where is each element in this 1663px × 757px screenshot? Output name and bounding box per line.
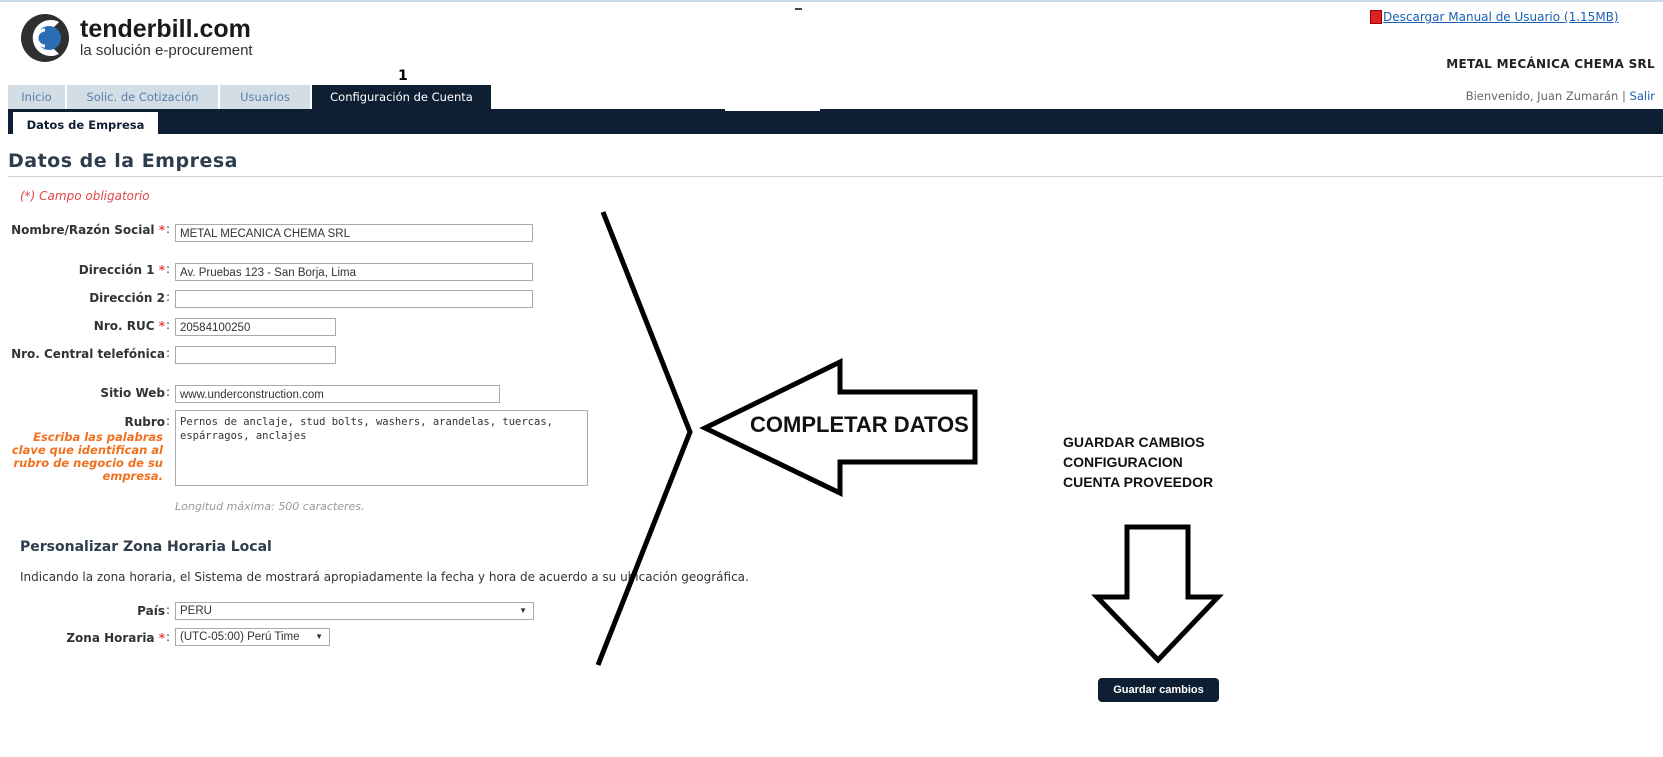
colon: : <box>166 603 171 617</box>
subtab-datos-empresa[interactable]: Datos de Empresa <box>13 112 158 136</box>
required-star: * <box>158 223 165 237</box>
top-border <box>0 0 1663 2</box>
pais-select[interactable]: PERU ▼ <box>175 602 534 620</box>
web-field[interactable]: www.underconstruction.com <box>175 385 500 403</box>
welcome-text: Bienvenido, Juan Zumarán <box>1465 89 1619 103</box>
ruc-label: Nro. RUC * <box>5 318 165 334</box>
direccion1-field[interactable]: Av. Pruebas 123 - San Borja, Lima <box>175 263 533 281</box>
required-star: * <box>158 263 165 277</box>
sub-navigation-bar <box>8 109 1663 134</box>
rubro-textarea[interactable]: Pernos de anclaje, stud bolts, washers, … <box>175 410 588 486</box>
colon: : <box>166 385 171 399</box>
separator: | <box>1622 89 1626 103</box>
tab-solicitudes-cotizacion[interactable]: Solic. de Cotización <box>67 85 218 110</box>
web-label: Sitio Web <box>100 386 165 400</box>
welcome-bar: Bienvenido, Juan Zumarán | Salir <box>1466 89 1655 103</box>
ruc-label-text: Nro. RUC <box>93 319 155 333</box>
zona-horaria-select[interactable]: (UTC-05:00) Perú Time ▼ <box>175 628 330 646</box>
required-star: * <box>158 631 165 645</box>
direccion1-label-text: Dirección 1 <box>78 263 155 277</box>
direccion1-label: Dirección 1 * <box>5 262 165 278</box>
colon: : <box>166 346 171 360</box>
page-title: Datos de la Empresa <box>8 150 238 172</box>
tab-inicio[interactable]: Inicio <box>8 85 65 110</box>
rubro-label: Rubro <box>124 415 165 429</box>
zona-value: (UTC-05:00) Perú Time <box>180 631 300 643</box>
colon: : <box>166 222 171 236</box>
annotation-line: CONFIGURACION <box>1063 454 1183 470</box>
rubro-hint: Escriba las palabras clave que identific… <box>11 430 163 483</box>
save-changes-button[interactable]: Guardar cambios <box>1098 678 1219 702</box>
brand-tagline: la solución e-procurement <box>80 42 253 59</box>
dash-mark <box>795 8 802 10</box>
dropdown-arrow-icon: ▼ <box>519 606 527 615</box>
annotation-line: CUENTA PROVEEDOR <box>1063 474 1214 490</box>
tenderbill-logo-icon <box>21 14 69 62</box>
colon: : <box>166 290 171 304</box>
pais-value: PERU <box>180 605 212 617</box>
pais-label: País <box>137 604 165 618</box>
required-field-note: (*) Campo obligatorio <box>20 189 150 203</box>
zona-label-text: Zona Horaria <box>66 631 155 645</box>
direccion2-field[interactable] <box>175 290 533 308</box>
pdf-icon <box>1370 10 1382 24</box>
required-star: * <box>158 319 165 333</box>
nombre-label: Nombre/Razón Social * <box>5 222 165 238</box>
central-field[interactable] <box>175 346 336 364</box>
dropdown-arrow-icon: ▼ <box>315 632 323 641</box>
title-divider <box>8 176 1663 177</box>
colon: : <box>166 262 171 276</box>
annotation-line: GUARDAR CAMBIOS <box>1063 434 1205 450</box>
bracket-line <box>595 211 693 666</box>
company-name: METAL MECÁNICA CHEMA SRL <box>1446 57 1655 71</box>
guardar-cambios-annotation: GUARDAR CAMBIOS CONFIGURACION CUENTA PRO… <box>1063 432 1213 492</box>
tab-configuracion-cuenta[interactable]: Configuración de Cuenta <box>312 85 491 110</box>
brand-name: tenderbill.com <box>80 15 251 43</box>
download-manual-link[interactable]: Descargar Manual de Usuario (1.15MB) <box>1383 10 1619 24</box>
timezone-heading: Personalizar Zona Horaria Local <box>20 539 272 555</box>
nav-gap <box>725 108 820 111</box>
colon: : <box>166 318 171 332</box>
ruc-field[interactable]: 20584100250 <box>175 318 336 336</box>
nombre-label-text: Nombre/Razón Social <box>11 223 155 237</box>
down-arrow-icon <box>1091 524 1224 664</box>
zona-label: Zona Horaria * <box>5 630 165 646</box>
central-label: Nro. Central telefónica <box>11 347 165 361</box>
colon: : <box>166 414 171 428</box>
nombre-field[interactable]: METAL MECANICA CHEMA SRL <box>175 224 533 242</box>
direccion2-label: Dirección 2 <box>89 291 165 305</box>
logout-link[interactable]: Salir <box>1630 89 1655 103</box>
colon: : <box>166 630 171 644</box>
completar-datos-annotation: COMPLETAR DATOS <box>750 412 969 437</box>
step-number-annotation: 1 <box>398 68 408 84</box>
timezone-description: Indicando la zona horaria, el Sistema de… <box>20 570 749 584</box>
tab-usuarios[interactable]: Usuarios <box>220 85 310 110</box>
max-length-note: Longitud máxima: 500 caracteres. <box>175 500 365 513</box>
